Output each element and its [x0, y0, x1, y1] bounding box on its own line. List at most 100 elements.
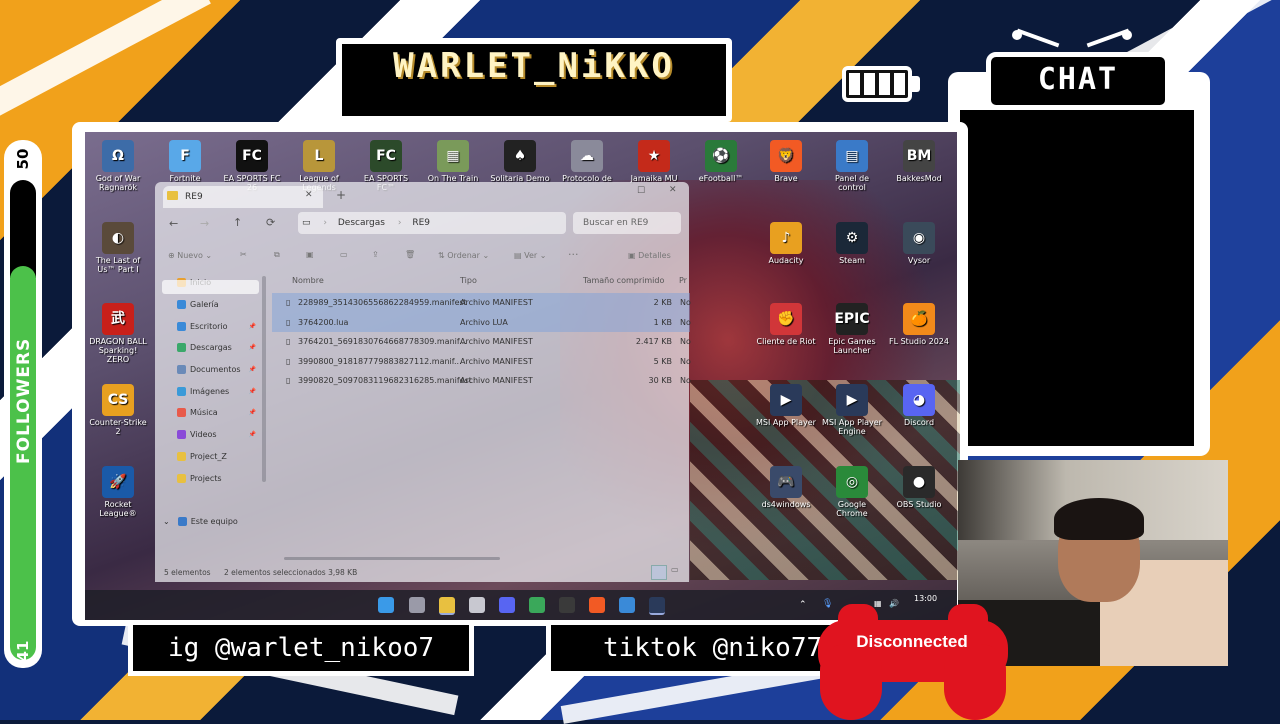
- nav-item[interactable]: Videos 📌: [157, 424, 262, 446]
- pin-icon[interactable]: 📌: [249, 344, 256, 351]
- file-row[interactable]: ▯ 3990800_918187779883827112.manif... Arch…: [272, 352, 691, 372]
- paste-icon[interactable]: ▣: [306, 250, 314, 259]
- details-button[interactable]: ▣ Detalles: [628, 251, 671, 260]
- desktop-icon[interactable]: ♠ Solitaria Demo: [490, 140, 550, 183]
- file-row[interactable]: ▯ 3990820_5097083119682316285.manifest Arc…: [272, 371, 691, 391]
- desktop-icon[interactable]: ▶ MSI App Player Engine: [822, 384, 882, 436]
- close-window-icon[interactable]: ✕: [669, 185, 677, 195]
- rename-icon[interactable]: ▭: [340, 250, 348, 259]
- pin-icon[interactable]: 📌: [249, 323, 256, 330]
- file-row[interactable]: ▯ 228989_3514306556862284959.manifest Arch…: [272, 293, 691, 313]
- desktop-icon[interactable]: CS Counter-Strike 2: [88, 384, 148, 436]
- desktop-icon[interactable]: ⚽ eFootball™: [691, 140, 751, 183]
- nav-item[interactable]: Project_Z: [157, 446, 262, 468]
- desktop-icon[interactable]: EPIC Epic Games Launcher: [822, 303, 882, 355]
- cut-icon[interactable]: ✂: [240, 250, 247, 259]
- desktop-icon[interactable]: 武 DRAGON BALL Sparking! ZERO: [88, 303, 148, 364]
- view-button[interactable]: ▤ Ver ⌄: [514, 251, 546, 260]
- obs-icon[interactable]: [559, 597, 575, 613]
- nav-item[interactable]: Documentos 📌: [157, 359, 262, 381]
- details-view-icon[interactable]: [651, 565, 667, 580]
- close-tab-icon[interactable]: ✕: [305, 190, 313, 200]
- nav-item[interactable]: Escritorio 📌: [157, 315, 262, 337]
- pin-icon[interactable]: 📌: [249, 388, 256, 395]
- chrome-icon[interactable]: [529, 597, 545, 613]
- nav-item[interactable]: Galería: [157, 294, 262, 316]
- sort-button[interactable]: ⇅ Ordenar ⌄: [438, 251, 489, 260]
- desktop-icon[interactable]: ◐ The Last of Us™ Part I: [88, 222, 148, 274]
- desktop-icon[interactable]: ◎ Google Chrome: [822, 466, 882, 518]
- new-tab-button[interactable]: +: [336, 188, 346, 202]
- maximize-icon[interactable]: ☐: [637, 186, 645, 196]
- chevron-down-icon[interactable]: ⌄: [163, 517, 170, 526]
- column-size[interactable]: Tamaño comprimido: [583, 276, 664, 285]
- share-icon[interactable]: ⇪: [372, 250, 379, 259]
- file-explorer-icon[interactable]: [439, 597, 455, 615]
- desktop-icon[interactable]: ▤ Panel de control: [822, 140, 882, 192]
- nav-item[interactable]: Descargas 📌: [157, 337, 262, 359]
- tray-chevron-icon[interactable]: ⌃: [799, 600, 807, 610]
- desktop-icon[interactable]: 🎮 ds4windows: [756, 466, 816, 509]
- msi-engine-icon: ▶: [836, 384, 868, 416]
- desktop-icon[interactable]: ● OBS Studio: [889, 466, 949, 509]
- taskbar-clock[interactable]: 13:00: [914, 594, 937, 603]
- pin-icon[interactable]: 📌: [249, 431, 256, 438]
- column-name[interactable]: Nombre: [292, 276, 324, 285]
- column-type[interactable]: Tipo: [460, 276, 477, 285]
- folder-icon: [167, 191, 178, 200]
- photos-icon[interactable]: [619, 597, 635, 613]
- windows-start-icon[interactable]: [378, 597, 394, 613]
- pin-icon[interactable]: 📌: [249, 409, 256, 416]
- nav-item-label: Escritorio: [190, 321, 228, 331]
- column-extra[interactable]: Pr: [679, 276, 687, 285]
- desktop-icon[interactable]: ◕ Discord: [889, 384, 949, 427]
- search-input[interactable]: Buscar en RE9: [573, 212, 681, 234]
- horizontal-scrollbar[interactable]: [284, 557, 500, 560]
- desktop-icon[interactable]: ♪ Audacity: [756, 222, 816, 265]
- desktop-icon-label: Panel de control: [834, 174, 870, 192]
- discord-icon[interactable]: [499, 597, 515, 613]
- copy-icon[interactable]: ⧉: [274, 250, 280, 260]
- desktop-icon[interactable]: 🚀 Rocket League®: [88, 466, 148, 518]
- breadcrumb-descargas[interactable]: Descargas: [338, 218, 385, 228]
- file-row[interactable]: ▯ 3764200.lua Archivo LUA 1 KB No: [272, 312, 691, 332]
- up-arrow-icon[interactable]: ↑: [233, 216, 242, 229]
- file-type: Archivo MANIFEST: [460, 376, 533, 385]
- pin-icon[interactable]: 📌: [249, 366, 256, 373]
- steam-icon[interactable]: [649, 597, 665, 615]
- desktop-icon[interactable]: ▶ MSI App Player: [756, 384, 816, 427]
- breadcrumb-re9[interactable]: RE9: [412, 218, 430, 228]
- nav-item[interactable]: ⌄ Este equipo: [157, 511, 262, 533]
- nav-item[interactable]: Música 📌: [157, 402, 262, 424]
- desktop-icon[interactable]: 🍊 FL Studio 2024: [889, 303, 949, 346]
- this-pc-icon: [177, 516, 187, 526]
- nav-item[interactable]: Projects: [157, 467, 262, 489]
- refresh-icon[interactable]: ⟳: [266, 216, 275, 229]
- desktop-icon[interactable]: ✊ Cliente de Riot: [756, 303, 816, 346]
- desktop-icon[interactable]: ☁ Protocolo de: [557, 140, 617, 183]
- streamer-name: WARLET_NiKKO: [393, 46, 675, 86]
- details-label: Detalles: [638, 251, 671, 260]
- brave-icon[interactable]: [589, 597, 605, 613]
- desktop-icon[interactable]: ⚙ Steam: [822, 222, 882, 265]
- store-icon[interactable]: [469, 597, 485, 613]
- delete-icon[interactable]: 🗑: [405, 250, 415, 259]
- desktop-icon[interactable]: ▦ On The Train: [423, 140, 483, 183]
- tab-re9[interactable]: RE9: [163, 186, 323, 208]
- desktop-icon[interactable]: ★ Jamaika MU: [624, 140, 684, 183]
- nav-scrollbar[interactable]: [262, 276, 266, 482]
- more-options-button[interactable]: ···: [568, 248, 579, 261]
- desktop-icon[interactable]: 🦁 Brave: [756, 140, 816, 183]
- tiles-view-icon[interactable]: ▭: [671, 565, 683, 578]
- desktop-icon[interactable]: ◉ Vysor: [889, 222, 949, 265]
- back-arrow-icon[interactable]: ←: [169, 217, 178, 230]
- forward-arrow-icon[interactable]: →: [200, 217, 209, 230]
- new-button[interactable]: ⊕ Nuevo ⌄: [168, 251, 212, 260]
- address-bar[interactable]: ▭ › Descargas › RE9: [298, 212, 566, 234]
- task-view-icon[interactable]: [409, 597, 425, 613]
- nav-item[interactable]: Imágenes 📌: [157, 380, 262, 402]
- file-row[interactable]: ▯ 3764201_5691830764668778309.manif... Arc…: [272, 332, 691, 352]
- desktop-icon[interactable]: Ω God of War Ragnarök: [88, 140, 148, 192]
- desktop-icon[interactable]: F Fortnite: [155, 140, 215, 183]
- desktop-icon[interactable]: BM BakkesMod: [889, 140, 949, 183]
